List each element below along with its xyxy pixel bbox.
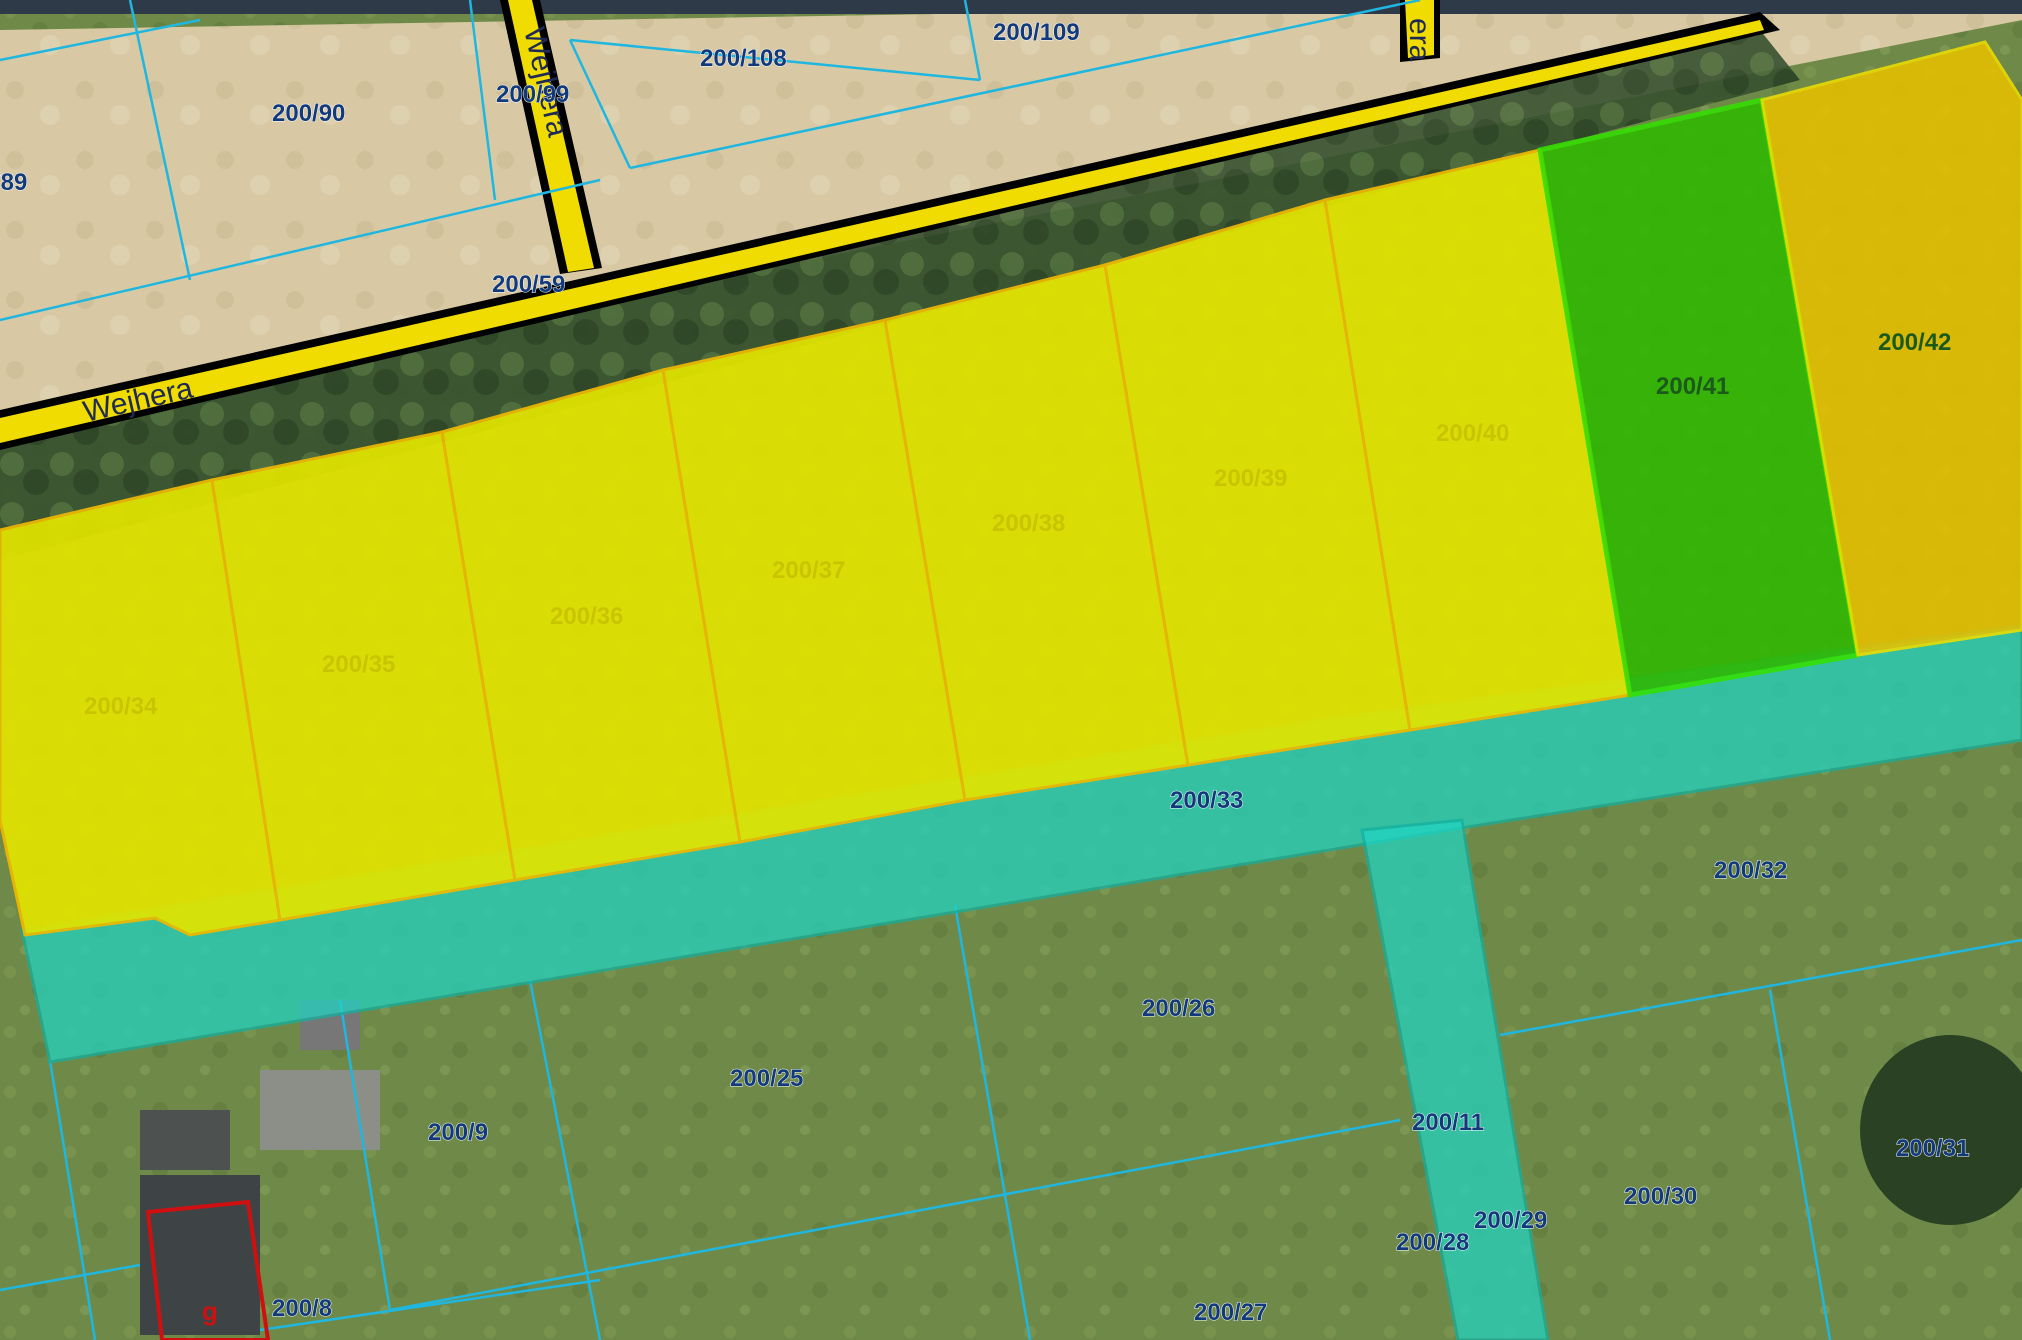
label-200-108: 200/108 <box>700 45 787 72</box>
label-200-59: 200/59 <box>492 271 565 298</box>
label-200-26: 200/26 <box>1142 995 1215 1022</box>
top-toolbar-strip <box>0 0 2022 14</box>
label-200-89: /89 <box>0 169 27 196</box>
label-200-41: 200/41 <box>1656 373 1729 400</box>
label-200-42: 200/42 <box>1878 329 1951 356</box>
label-200-36: 200/36 <box>550 603 623 630</box>
label-200-28: 200/28 <box>1396 1229 1469 1256</box>
label-200-38: 200/38 <box>992 510 1065 537</box>
label-200-37: 200/37 <box>772 557 845 584</box>
building-marker-label: g <box>202 1296 218 1326</box>
street-label-wejhera-partial: era <box>1403 18 1436 62</box>
label-200-39: 200/39 <box>1214 465 1287 492</box>
label-200-11: 200/11 <box>1412 1109 1484 1136</box>
label-200-29: 200/29 <box>1474 1207 1547 1234</box>
label-200-27: 200/27 <box>1194 1299 1267 1326</box>
label-200-99: 200/99 <box>496 81 569 108</box>
label-200-8: 200/8 <box>272 1295 332 1322</box>
label-200-31: 200/31 <box>1896 1135 1969 1162</box>
label-200-90: 200/90 <box>272 100 345 127</box>
label-200-9: 200/9 <box>428 1119 488 1146</box>
label-200-33: 200/33 <box>1170 787 1243 814</box>
label-200-32: 200/32 <box>1714 857 1787 884</box>
label-200-40: 200/40 <box>1436 420 1509 447</box>
label-200-34: 200/34 <box>84 693 158 720</box>
cadastral-map[interactable]: Wejhera Wejhera era 200/90 /89 200/99 20… <box>0 0 2022 1340</box>
label-200-30: 200/30 <box>1624 1183 1697 1210</box>
label-200-25: 200/25 <box>730 1065 803 1092</box>
label-200-109: 200/109 <box>993 19 1080 46</box>
label-200-35: 200/35 <box>322 651 395 678</box>
